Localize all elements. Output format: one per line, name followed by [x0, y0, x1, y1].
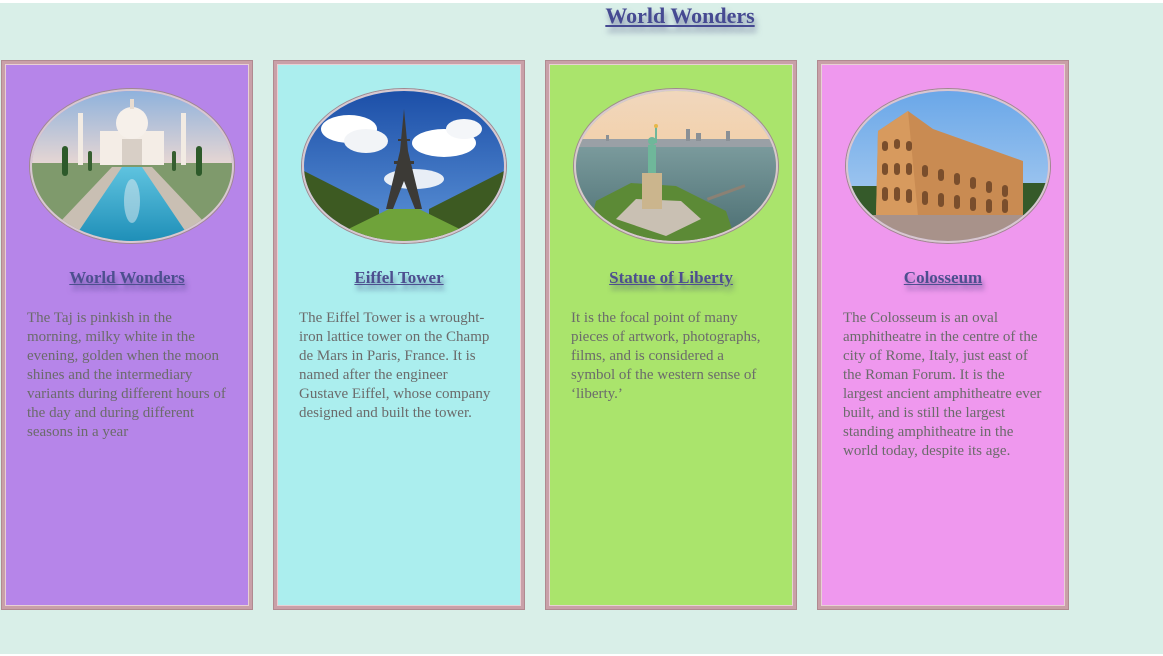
- taj-mahal-photo: [30, 89, 234, 243]
- statue-of-liberty-photo: [574, 89, 778, 243]
- card-description: The Colosseum is an oval amphitheatre in…: [843, 310, 1042, 459]
- card-statue-of-liberty: Statue of Liberty It is the focal point …: [546, 61, 796, 609]
- card-description: It is the focal point of many pieces of …: [571, 310, 761, 402]
- colosseum-photo: [846, 89, 1050, 243]
- eiffel-tower-photo: [302, 89, 506, 243]
- card-title[interactable]: Eiffel Tower: [277, 268, 521, 288]
- card-description: The Taj is pinkish in the morning, milky…: [27, 310, 226, 440]
- card-colosseum: Colosseum The Colosseum is an oval amphi…: [818, 61, 1068, 609]
- card-title[interactable]: Colosseum: [821, 268, 1065, 288]
- page-title: World Wonders: [605, 3, 755, 28]
- card-world-wonders: World Wonders The Taj is pinkish in the …: [2, 61, 252, 609]
- card-description: The Eiffel Tower is a wrought-iron latti…: [299, 310, 491, 421]
- page-background: World Wonders World Wonders The Taj is p…: [0, 3, 1163, 654]
- cards-row: World Wonders The Taj is pinkish in the …: [2, 61, 1068, 609]
- card-title[interactable]: Statue of Liberty: [549, 268, 793, 288]
- card-eiffel-tower: Eiffel Tower The Eiffel Tower is a wroug…: [274, 61, 524, 609]
- card-title[interactable]: World Wonders: [5, 268, 249, 288]
